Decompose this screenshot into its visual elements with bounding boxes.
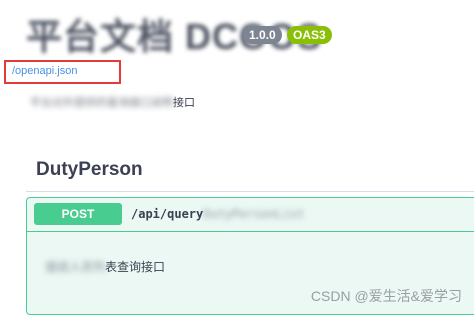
description-blurred-text: 平台对外提供的查询接口说明 [30,97,173,109]
operation-path: /api/queryDutyPersonList [131,207,304,221]
operation-description-blurred: 值班人员列 [45,260,106,274]
version-badge: 1.0.0 [243,26,282,44]
operation-summary-bar[interactable]: POST /api/queryDutyPersonList [27,198,474,232]
tag-heading-dutyperson[interactable]: DutyPerson [36,159,143,181]
http-method-badge: POST [34,203,122,225]
operation-description-visible: 表查询接口 [105,260,166,274]
csdn-watermark: CSDN @爱生活&爱学习 [310,288,462,304]
tag-divider [26,191,474,192]
operation-path-visible: /api/query [131,207,204,221]
api-description: 平台对外提供的查询接口说明接口 [30,94,195,110]
description-visible-text: 接口 [173,97,195,109]
openapi-spec-link[interactable]: /openapi.json [12,65,77,77]
oas-version-badge: OAS3 [287,26,332,44]
operation-path-blurred: DutyPersonList [203,207,305,221]
operation-description: 值班人员列表查询接口 [45,258,165,275]
